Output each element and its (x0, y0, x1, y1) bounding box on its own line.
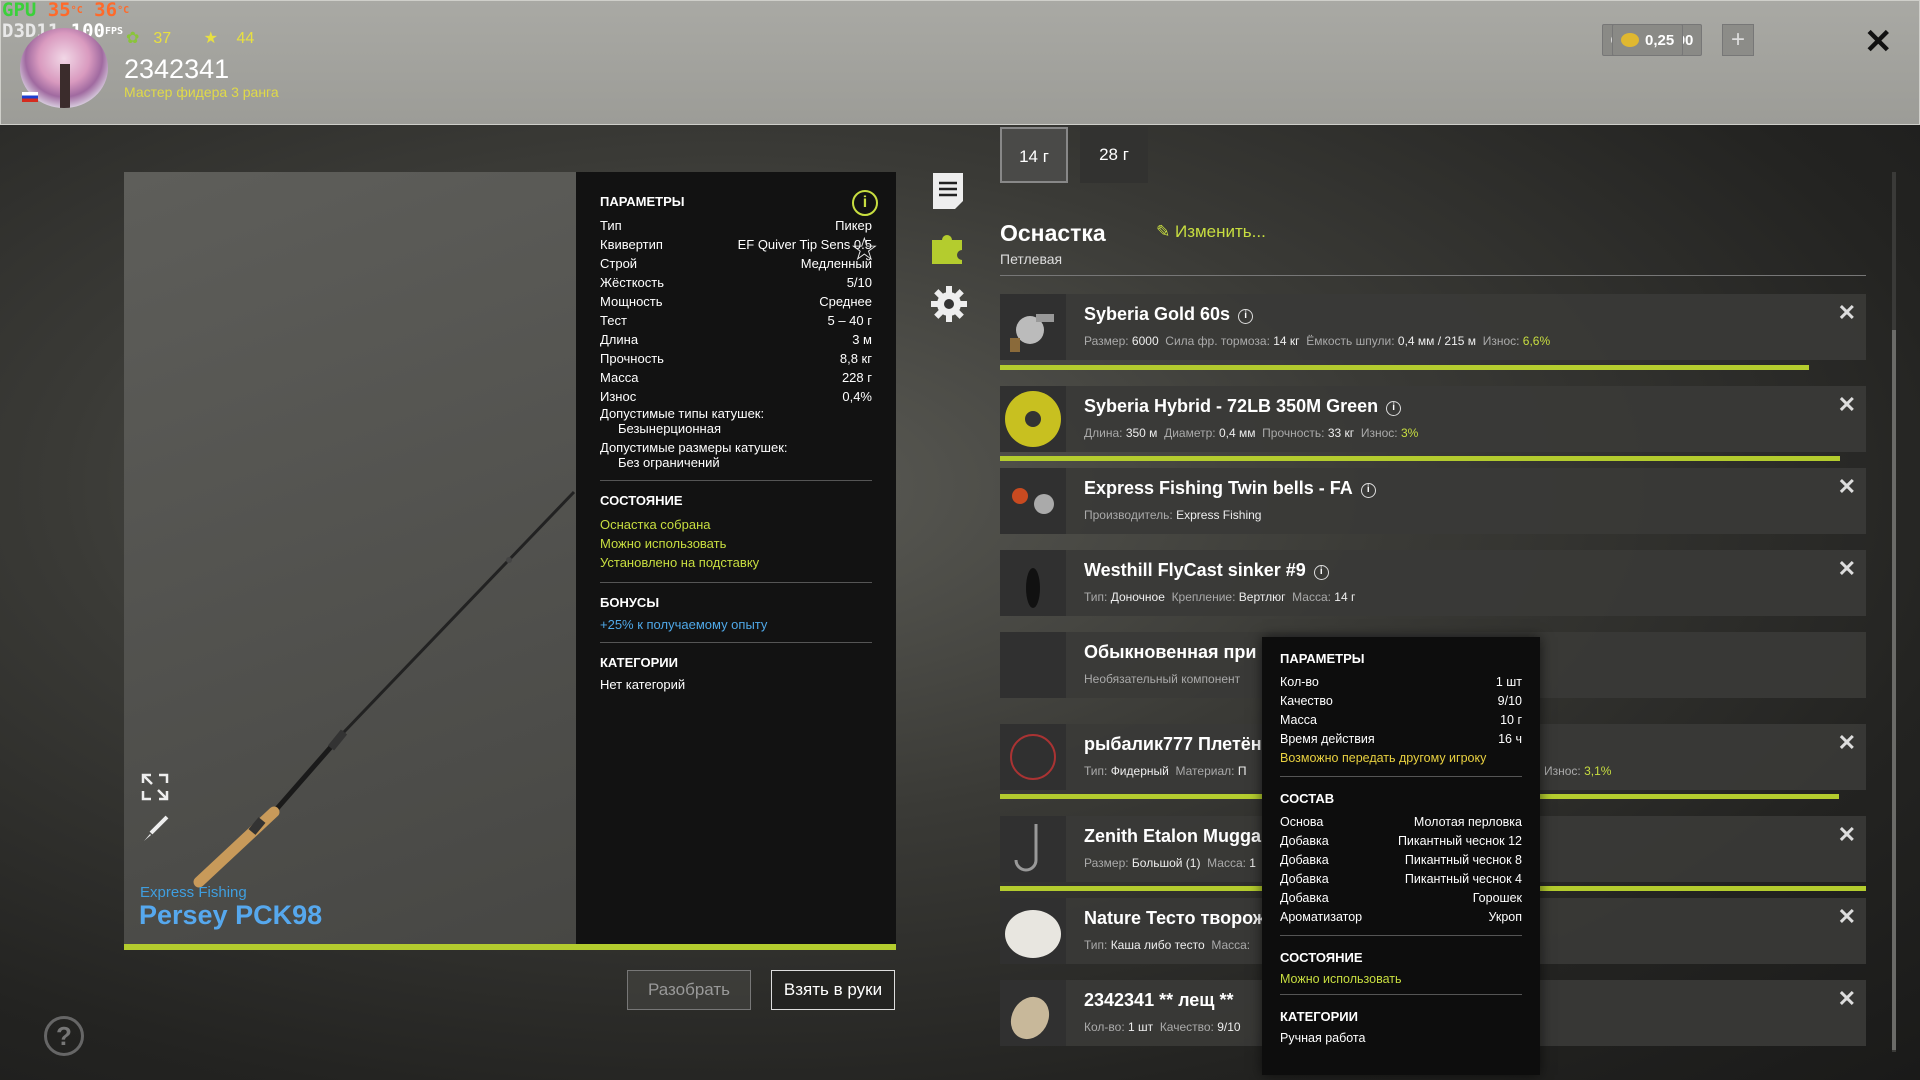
bells-thumbnail (1000, 468, 1066, 534)
rig-title: Оснастка (1000, 220, 1106, 246)
document-icon[interactable] (930, 172, 966, 209)
reel-thumbnail (1000, 294, 1066, 360)
state-item: Можно использовать (600, 536, 727, 551)
player-stats: ✿ 37 ★ 44 (126, 28, 282, 48)
disassemble-button[interactable]: Разобрать (627, 970, 751, 1010)
level-icon: ✿ (126, 30, 140, 47)
favorite-star-icon[interactable]: ☆ (850, 230, 879, 268)
param-row: Тест 5 – 40 г (600, 313, 872, 328)
remove-icon[interactable]: ✕ (1838, 474, 1856, 500)
level-badge: ✿ 37 (126, 30, 172, 47)
top-bar (0, 0, 1920, 125)
remove-icon[interactable]: ✕ (1838, 730, 1856, 756)
param-row: Квивертип EF Quiver Tip Sens 0.5 (600, 237, 872, 252)
state-title: СОСТОЯНИЕ (600, 493, 683, 508)
dough-thumbnail (1000, 898, 1066, 964)
rod-image (193, 490, 576, 888)
line-spool-thumbnail (1000, 386, 1066, 452)
rod-brand: Express Fishing (140, 884, 247, 901)
gold-currency: 0,25 (1612, 24, 1684, 56)
hook-thumbnail (1000, 816, 1066, 882)
gold-coins-icon (1621, 33, 1639, 47)
help-icon[interactable]: ? (44, 1016, 84, 1056)
rig-item-bells[interactable]: Express Fishing Twin bells - FA i Произво… (1000, 468, 1866, 534)
params-title: ПАРАМЕТРЫ (600, 194, 685, 209)
reel-types: Допустимые типы катушек: (600, 406, 765, 421)
param-row: Мощность Среднее (600, 294, 872, 309)
state-item: Оснастка собрана (600, 517, 711, 532)
bonus-title: БОНУСЫ (600, 595, 660, 610)
tab-14g[interactable]: 14 г (1000, 127, 1068, 183)
edit-icon: ✎ (1156, 222, 1171, 241)
info-icon: i (1238, 309, 1254, 324)
tab-28g[interactable]: 28 г (1080, 127, 1148, 183)
param-row: Жёсткость 5/10 (600, 275, 872, 290)
reel-sizes-value: Без ограничений (618, 455, 720, 470)
params-panel: ПАРАМЕТРЫ Тип Пикер Квивертип EF Quiver Ti… (576, 172, 896, 944)
russia-flag-icon (22, 92, 38, 102)
param-row: Строй Медленный (600, 256, 872, 271)
param-row: Прочность 8,8 кг (600, 351, 872, 366)
remove-icon[interactable]: ✕ (1838, 986, 1856, 1012)
item-tooltip: ПАРАМЕТРЫ Кол-во 1 шт Качество 9/10 Масса 1… (1262, 637, 1540, 1075)
scrollbar-thumb[interactable] (1892, 330, 1896, 1050)
rod-name: Persey PCK98 (139, 900, 323, 930)
rig-item-sinker[interactable]: Westhill FlyCast sinker #9 i Тип: Доночно… (1000, 550, 1866, 616)
expand-icon[interactable] (140, 772, 170, 807)
info-icon: i (1313, 565, 1329, 580)
state-item: Установлено на подставку (600, 555, 760, 570)
remove-icon[interactable]: ✕ (1838, 300, 1856, 326)
close-icon[interactable]: ✕ (1864, 22, 1893, 62)
remove-icon[interactable]: ✕ (1838, 822, 1856, 848)
info-icon[interactable]: i (852, 190, 878, 216)
reel-types-value: Безынерционная (618, 421, 721, 436)
edit-rig-link[interactable]: ✎ Изменить... (1156, 222, 1266, 242)
take-in-hands-button[interactable]: Взять в руки (771, 970, 895, 1010)
categories-title: КАТЕГОРИИ (600, 655, 678, 670)
param-row: Масса 228 г (600, 370, 872, 385)
reel-sizes: Допустимые размеры катушек: (600, 440, 788, 455)
param-row: Тип Пикер (600, 218, 872, 233)
rig-item-reel[interactable]: Syberia Gold 60s i Размер: 6000 Сила фр. … (1000, 294, 1866, 360)
stars-badge: ★ 44 (203, 30, 255, 47)
remove-icon[interactable]: ✕ (1838, 392, 1856, 418)
remove-icon[interactable]: ✕ (1838, 904, 1856, 930)
wear-bar (1000, 456, 1840, 461)
sinker-thumbnail (1000, 550, 1066, 616)
empty-slot-thumbnail (1000, 632, 1066, 698)
rig-subtitle: Петлевая (1000, 251, 1063, 267)
leader-thumbnail (1000, 724, 1066, 790)
feeder-thumbnail (1000, 980, 1066, 1046)
rod-condition-bar (124, 944, 896, 950)
remove-icon[interactable]: ✕ (1838, 556, 1856, 582)
rig-item-line[interactable]: Syberia Hybrid - 72LB 350M Green i Длина:… (1000, 386, 1866, 452)
puzzle-icon[interactable] (930, 228, 966, 264)
gear-icon[interactable] (930, 285, 967, 322)
param-row: Износ 0,4% (600, 389, 872, 404)
info-icon: i (1386, 401, 1402, 416)
star-small-icon: ★ (203, 30, 218, 47)
bonus-item: +25% к получаемому опыту (600, 617, 768, 632)
param-row: Длина 3 м (600, 332, 872, 347)
add-currency-button[interactable]: + (1722, 24, 1754, 56)
info-icon: i (1360, 483, 1376, 498)
categories-value: Нет категорий (600, 677, 686, 692)
player-rank: Мастер фидера 3 ранга (124, 84, 279, 100)
player-name: 2342341 (124, 54, 230, 84)
wear-bar (1000, 365, 1809, 370)
brush-icon[interactable] (140, 814, 170, 849)
